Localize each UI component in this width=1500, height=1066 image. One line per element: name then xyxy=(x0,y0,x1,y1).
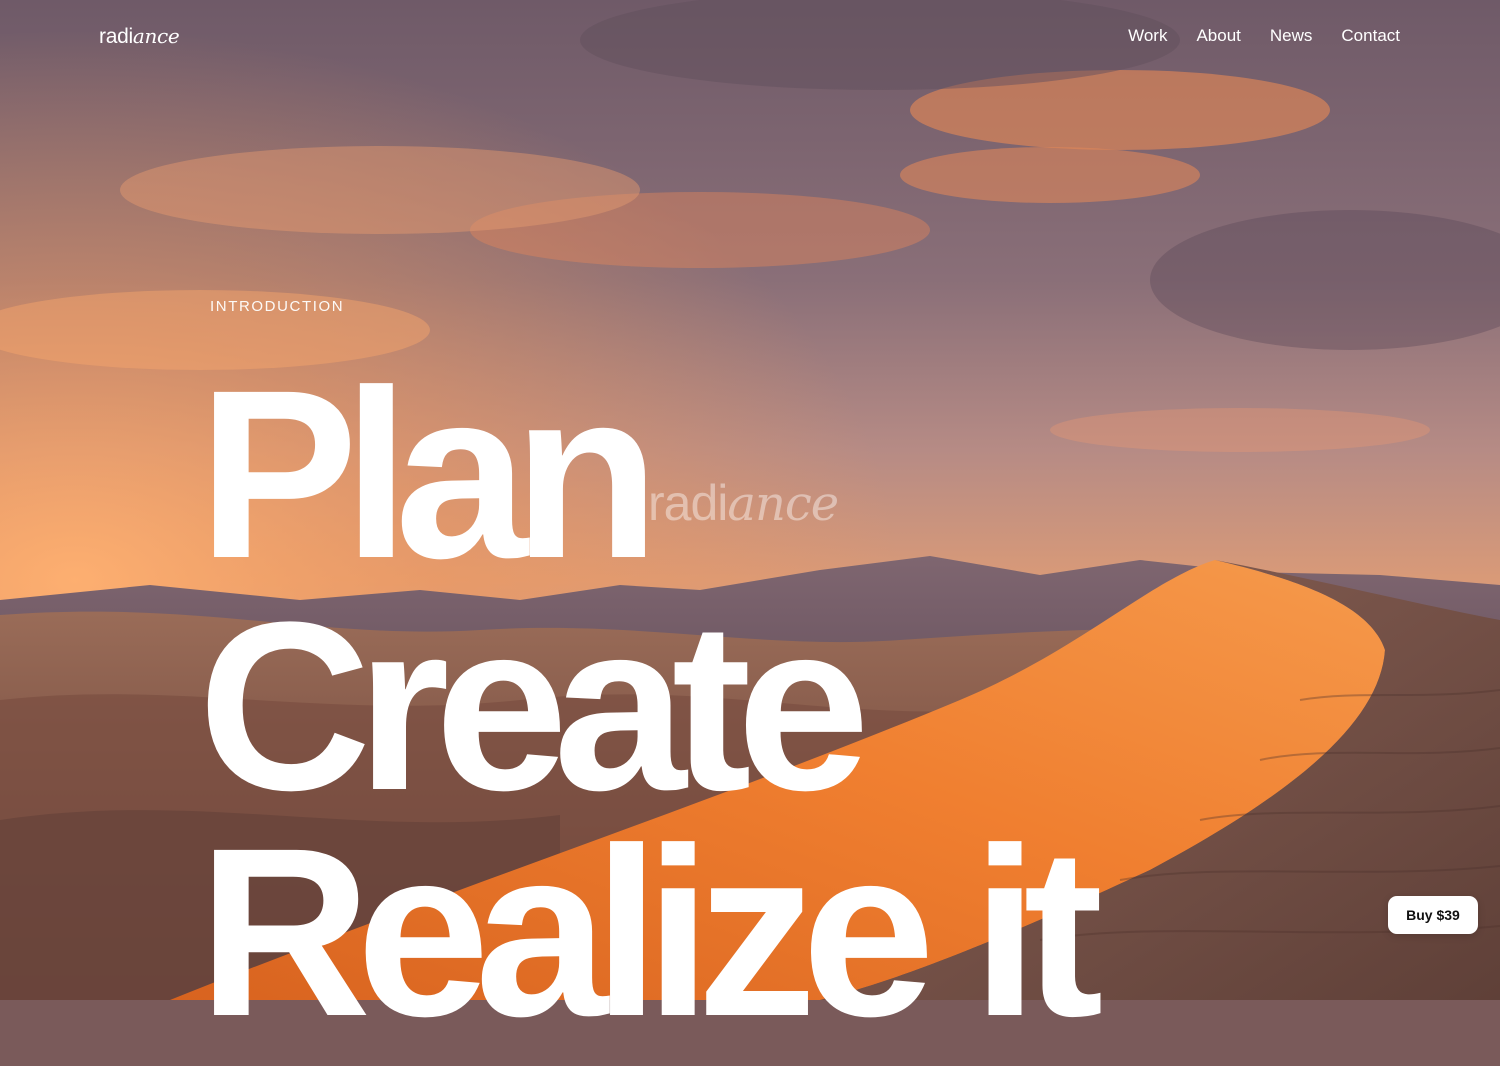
brand-watermark: radiance xyxy=(648,474,839,532)
nav-item-work[interactable]: Work xyxy=(1128,26,1167,46)
watermark-italic-text: ance xyxy=(727,476,839,532)
brand-logo[interactable]: radiance xyxy=(99,24,180,49)
watermark-regular-text: radi xyxy=(648,475,728,531)
hero-line-create: Create xyxy=(198,572,870,840)
hero-line-plan: Plan xyxy=(198,340,660,608)
nav-item-about[interactable]: About xyxy=(1196,26,1240,46)
nav-menu: Work About News Contact xyxy=(1128,26,1400,46)
logo-italic-text: ance xyxy=(132,24,180,48)
hero-line-realize: Realize it xyxy=(198,798,1103,1066)
top-navigation: radiance Work About News Contact xyxy=(0,0,1500,74)
logo-regular-text: radi xyxy=(99,25,133,48)
nav-item-news[interactable]: News xyxy=(1270,26,1313,46)
nav-item-contact[interactable]: Contact xyxy=(1341,26,1400,46)
intro-eyebrow: INTRODUCTION xyxy=(210,298,345,315)
buy-button[interactable]: Buy $39 xyxy=(1388,896,1478,934)
